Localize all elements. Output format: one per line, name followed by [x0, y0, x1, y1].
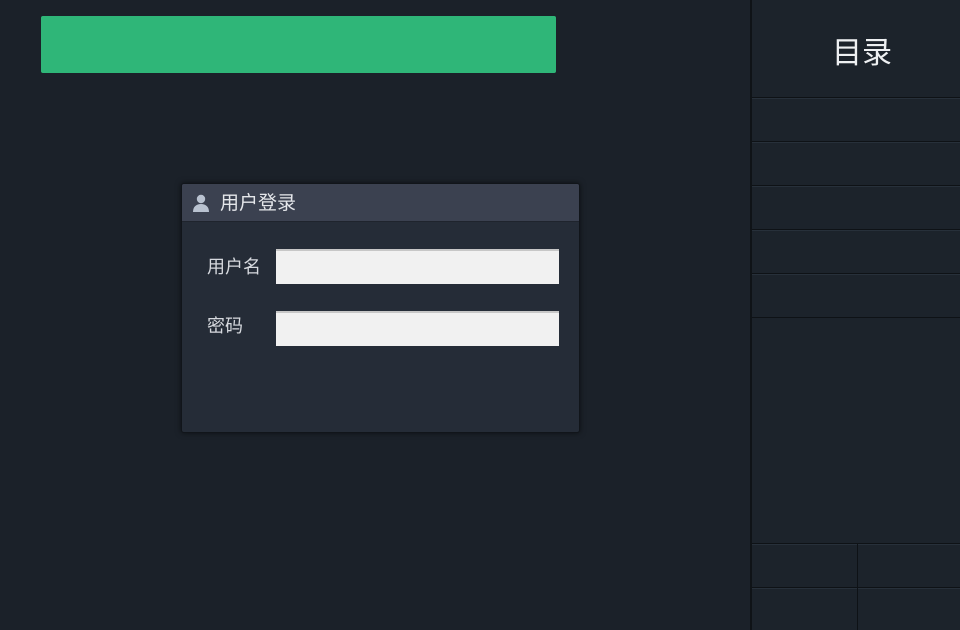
catalog-grid-cell[interactable]: [858, 543, 960, 587]
catalog-content-area: [752, 317, 960, 543]
password-label: 密码: [207, 316, 243, 337]
catalog-row[interactable]: [752, 229, 960, 273]
catalog-row[interactable]: [752, 97, 960, 141]
username-label: 用户名: [207, 257, 261, 278]
username-input[interactable]: [276, 249, 559, 284]
login-dialog: 用户登录 用户名 密码: [181, 183, 580, 433]
top-banner-bar[interactable]: [41, 16, 556, 73]
catalog-row[interactable]: [752, 273, 960, 317]
login-dialog-header: 用户登录: [182, 184, 579, 222]
catalog-row[interactable]: [752, 141, 960, 185]
password-input[interactable]: [276, 311, 559, 346]
user-icon: [191, 193, 211, 213]
catalog-title: 目录: [832, 36, 892, 71]
app-stage: 用户登录 用户名 密码 目录: [0, 0, 960, 630]
catalog-header: 目录: [752, 0, 960, 97]
login-dialog-title: 用户登录: [220, 192, 297, 214]
catalog-grid-cell[interactable]: [858, 587, 960, 630]
catalog-row[interactable]: [752, 185, 960, 229]
catalog-grid-cell[interactable]: [752, 543, 858, 587]
catalog-grid-cell[interactable]: [752, 587, 858, 630]
catalog-sidebar: 目录: [750, 0, 960, 630]
